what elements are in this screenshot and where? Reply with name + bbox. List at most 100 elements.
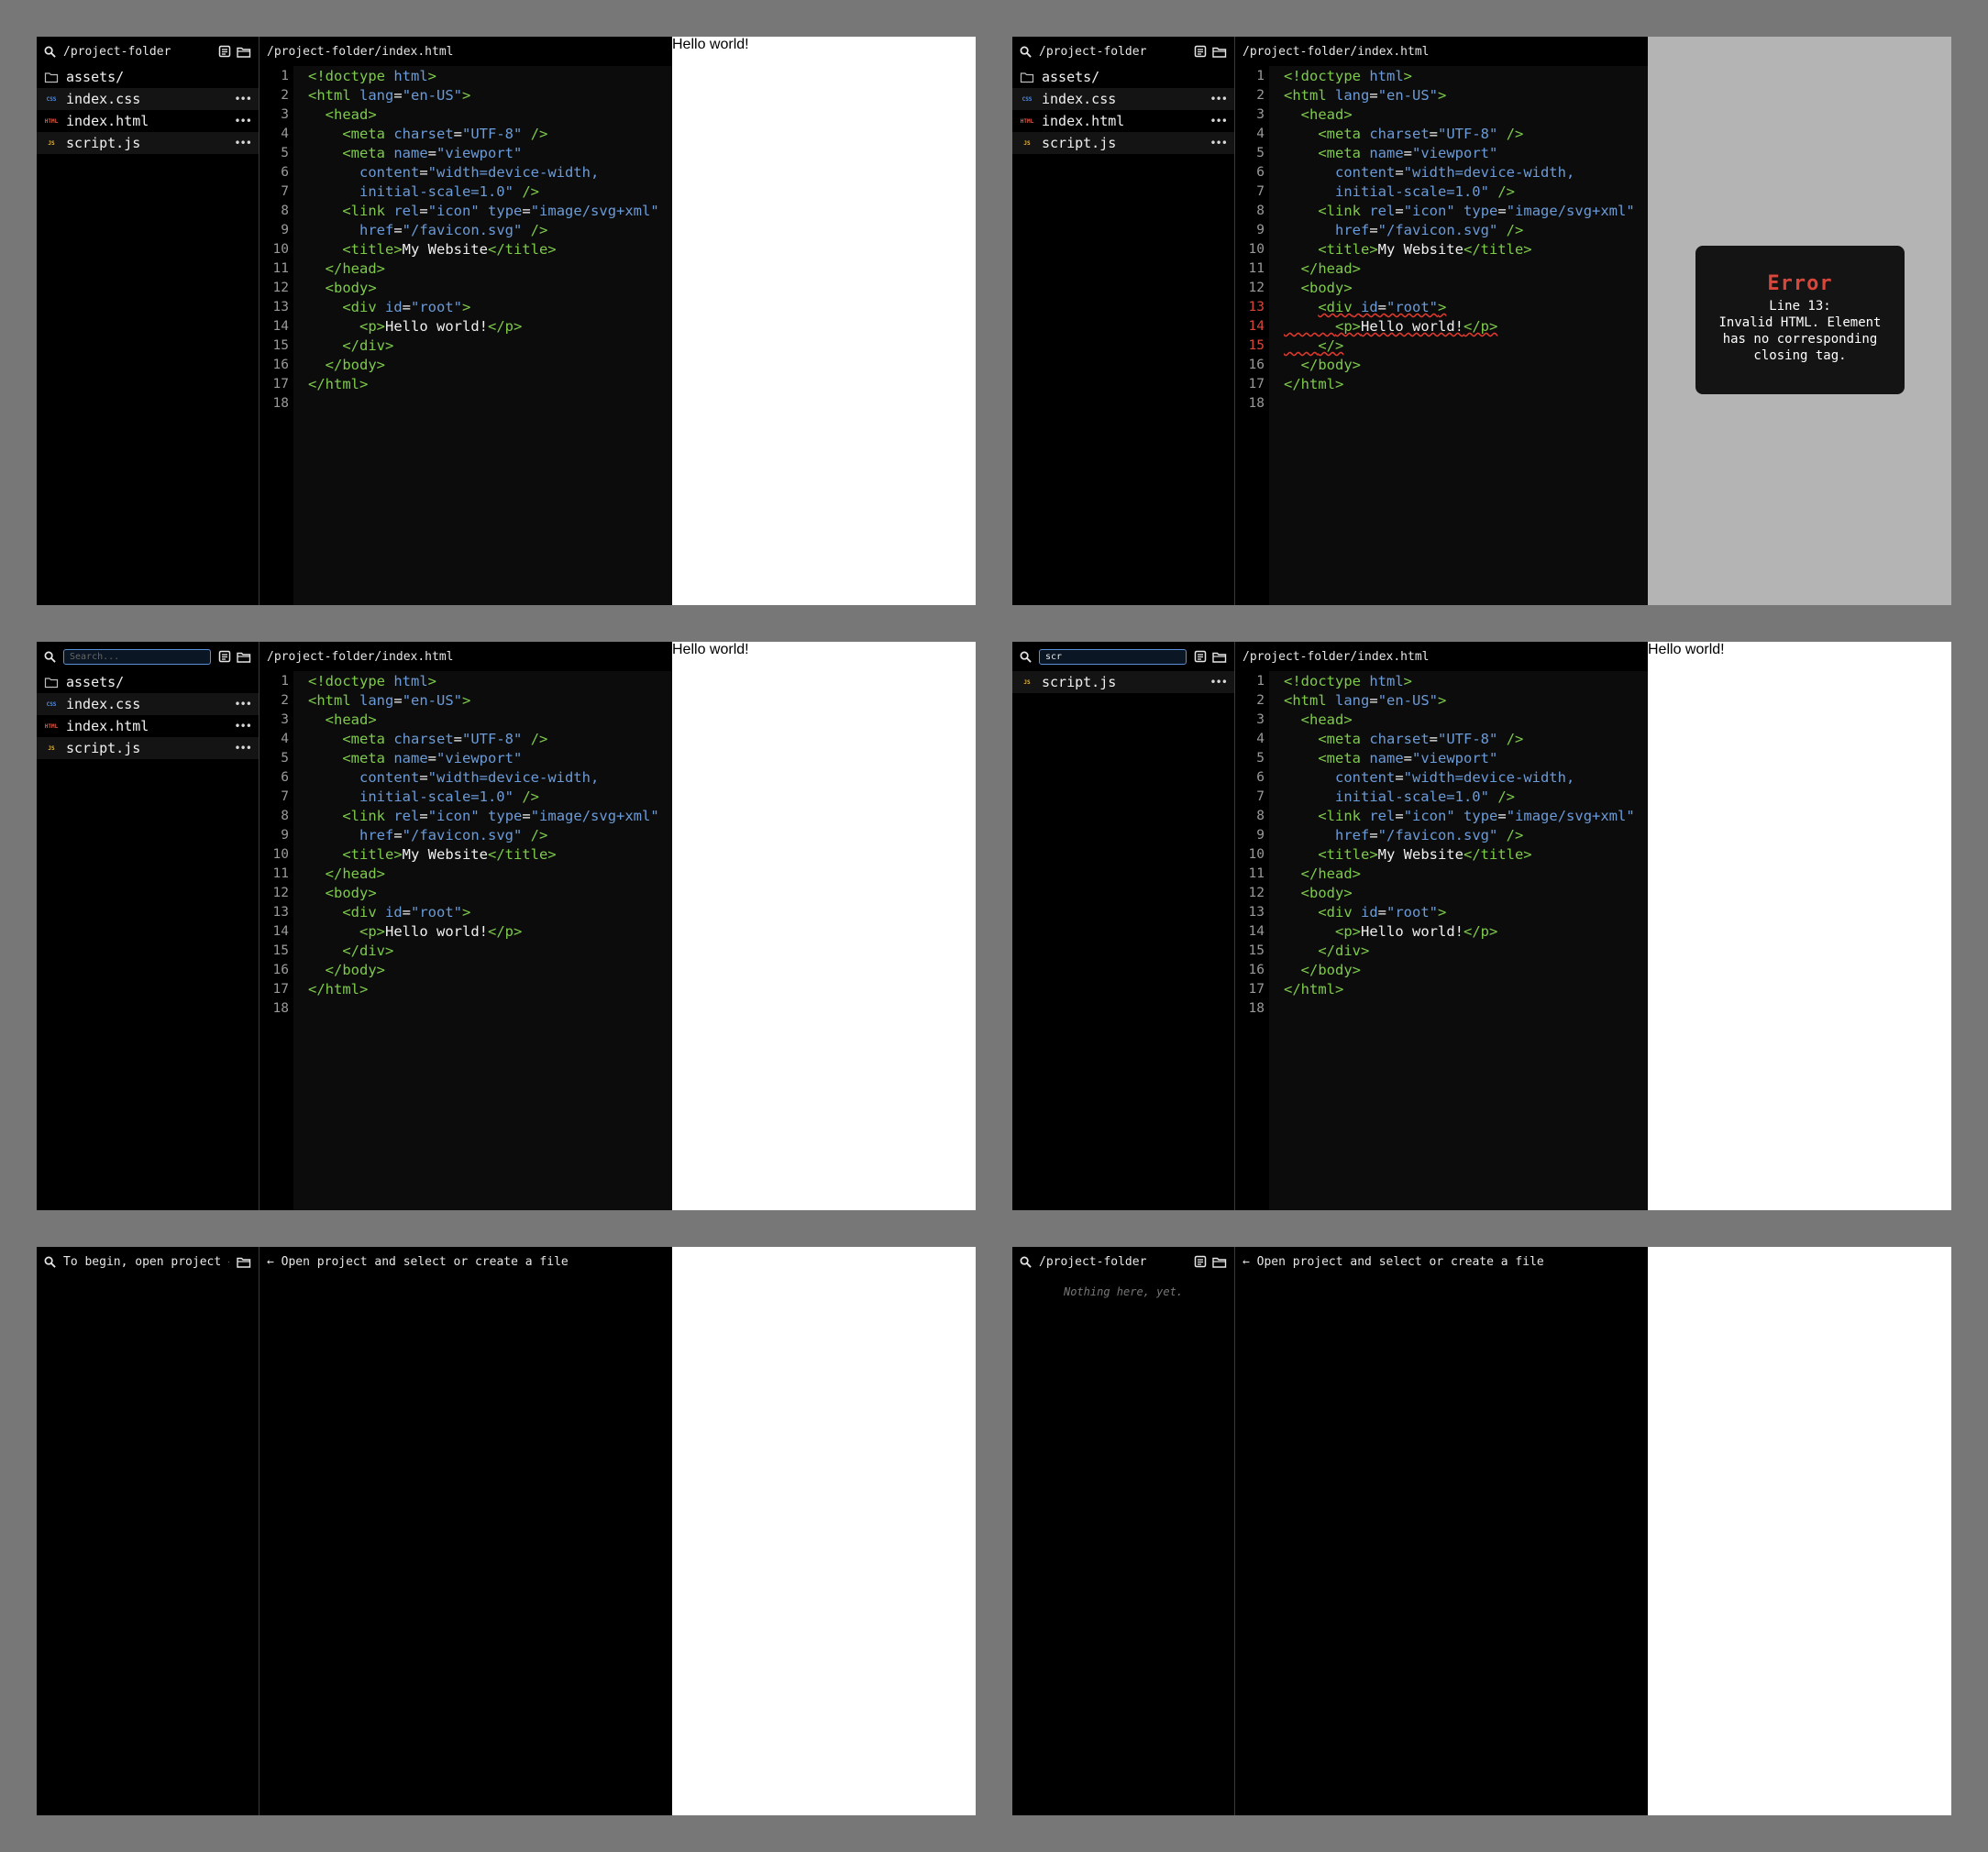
html-file-icon: HTML <box>44 117 59 125</box>
line-number: 11 <box>1248 261 1265 276</box>
file-name: assets/ <box>66 69 125 85</box>
line-number: 11 <box>272 261 289 276</box>
line-number: 9 <box>1256 223 1265 237</box>
line-number: 8 <box>1256 204 1265 218</box>
sidebar-header: /project-folder <box>1012 1247 1234 1276</box>
more-options-icon[interactable]: ••• <box>234 115 252 127</box>
line-number: 10 <box>272 847 289 862</box>
open-folder-icon[interactable] <box>237 1256 251 1268</box>
project-path: /project-folder <box>63 44 171 59</box>
code-text[interactable]: <!doctype html> <html lang="en-US"> <hea… <box>293 671 672 1210</box>
file-item-index-html[interactable]: HTML index.html ••• <box>37 715 259 737</box>
editor-file-path: /project-folder/index.html <box>1235 642 1648 671</box>
line-number: 6 <box>1256 770 1265 785</box>
more-options-icon[interactable]: ••• <box>234 137 252 149</box>
more-options-icon[interactable]: ••• <box>234 93 252 105</box>
open-folder-icon[interactable] <box>237 46 251 58</box>
line-number: 13 <box>1248 300 1265 314</box>
file-item-assets[interactable]: assets/ <box>1012 66 1234 88</box>
more-options-icon[interactable]: ••• <box>1209 676 1228 689</box>
line-number: 15 <box>272 943 289 958</box>
line-number: 10 <box>272 242 289 257</box>
preview-pane: Error Line 13: Invalid HTML. Element has… <box>1648 37 1951 605</box>
more-options-icon[interactable]: ••• <box>1209 137 1228 149</box>
preview-text: Hello world! <box>1648 642 1725 657</box>
search-icon[interactable] <box>44 1256 56 1268</box>
line-number: 16 <box>1248 358 1265 372</box>
search-icon[interactable] <box>44 46 56 58</box>
line-number: 5 <box>1256 751 1265 766</box>
sidebar-header <box>37 642 259 671</box>
file-item-assets[interactable]: assets/ <box>37 671 259 693</box>
code-editor[interactable]: /project-folder/index.html 1 2 3 4 5 6 7 8 9 10 11… <box>1235 642 1648 1210</box>
editor-window-6: /project-folder Nothing here, yet. ← Ope… <box>1012 1247 1951 1815</box>
line-number: 8 <box>281 809 289 823</box>
line-number: 6 <box>1256 165 1265 180</box>
open-folder-icon[interactable] <box>237 651 251 663</box>
open-folder-icon[interactable] <box>1212 1256 1227 1268</box>
new-file-icon[interactable] <box>1194 45 1207 58</box>
search-icon[interactable] <box>1020 1256 1032 1268</box>
file-name: index.css <box>66 91 141 107</box>
editor-window-2: /project-folder assets/ CSS index.css ••… <box>1012 37 1951 605</box>
js-file-icon: JS <box>48 139 55 147</box>
code-text[interactable]: <!doctype html> <html lang="en-US"> <hea… <box>1269 671 1648 1210</box>
file-item-index-css[interactable]: CSS index.css ••• <box>37 88 259 110</box>
line-numbers: 1 2 3 4 5 6 7 8 9 10 11 12 13 14 15 16 17 18 <box>260 671 293 1210</box>
more-options-icon[interactable]: ••• <box>1209 93 1228 105</box>
editor-hint: ← Open project and select or create a fi… <box>260 1247 672 1276</box>
line-number: 7 <box>1256 789 1265 804</box>
line-number: 4 <box>1256 127 1265 141</box>
line-number: 16 <box>272 358 289 372</box>
code-text[interactable]: <!doctype html> <html lang="en-US"> <hea… <box>1269 66 1648 605</box>
file-item-script-js[interactable]: JS script.js ••• <box>1012 132 1234 154</box>
file-item-index-html[interactable]: HTML index.html ••• <box>37 110 259 132</box>
line-number: 1 <box>281 69 289 83</box>
editor-file-path: /project-folder/index.html <box>1235 37 1648 66</box>
search-icon[interactable] <box>1020 46 1032 58</box>
line-number: 5 <box>281 146 289 160</box>
more-options-icon[interactable]: ••• <box>234 698 252 711</box>
line-number: 17 <box>272 982 289 997</box>
file-item-index-css[interactable]: CSS index.css ••• <box>37 693 259 715</box>
line-number: 17 <box>272 377 289 391</box>
file-item-index-css[interactable]: CSS index.css ••• <box>1012 88 1234 110</box>
open-folder-icon[interactable] <box>1212 46 1227 58</box>
editor-window-1: /project-folder assets/ CSS index.css ••… <box>37 37 976 605</box>
css-file-icon: CSS <box>46 95 57 103</box>
file-name: index.html <box>66 718 149 734</box>
error-dialog: Error Line 13: Invalid HTML. Element has… <box>1695 246 1905 394</box>
line-number: 1 <box>1256 674 1265 689</box>
more-options-icon[interactable]: ••• <box>234 742 252 755</box>
file-name: assets/ <box>66 674 125 690</box>
new-file-icon[interactable] <box>218 45 231 58</box>
line-number: 12 <box>272 281 289 295</box>
code-text[interactable]: <!doctype html> <html lang="en-US"> <hea… <box>293 66 672 605</box>
file-name: script.js <box>1042 674 1117 690</box>
code-editor[interactable]: /project-folder/index.html 1 2 3 4 5 6 7 8 9 10 11… <box>260 642 672 1210</box>
new-file-icon[interactable] <box>1194 650 1207 663</box>
file-item-script-js[interactable]: JS script.js ••• <box>37 737 259 759</box>
file-item-index-html[interactable]: HTML index.html ••• <box>1012 110 1234 132</box>
line-number: 6 <box>281 770 289 785</box>
search-icon[interactable] <box>1020 651 1032 663</box>
code-editor[interactable]: /project-folder/index.html 1 2 3 4 5 6 7 8 9 10 11… <box>1235 37 1648 605</box>
open-folder-icon[interactable] <box>1212 651 1227 663</box>
more-options-icon[interactable]: ••• <box>234 720 252 733</box>
search-input[interactable] <box>1039 648 1187 665</box>
code-editor[interactable]: /project-folder/index.html 1 2 3 4 5 6 7 8 9 10 11… <box>260 37 672 605</box>
new-file-icon[interactable] <box>1194 1255 1207 1268</box>
css-file-icon: CSS <box>1022 95 1033 103</box>
line-number: 12 <box>1248 886 1265 900</box>
file-item-assets[interactable]: assets/ <box>37 66 259 88</box>
new-file-icon[interactable] <box>218 650 231 663</box>
editor-window-3: assets/ CSS index.css ••• HTML index.htm… <box>37 642 976 1210</box>
line-number: 3 <box>1256 107 1265 122</box>
preview-text: Hello world! <box>672 37 749 52</box>
search-icon[interactable] <box>44 651 56 663</box>
file-item-script-js[interactable]: JS script.js ••• <box>37 132 259 154</box>
file-item-script-js[interactable]: JS script.js ••• <box>1012 671 1234 693</box>
search-input[interactable] <box>63 648 211 665</box>
more-options-icon[interactable]: ••• <box>1209 115 1228 127</box>
line-number: 10 <box>1248 242 1265 257</box>
